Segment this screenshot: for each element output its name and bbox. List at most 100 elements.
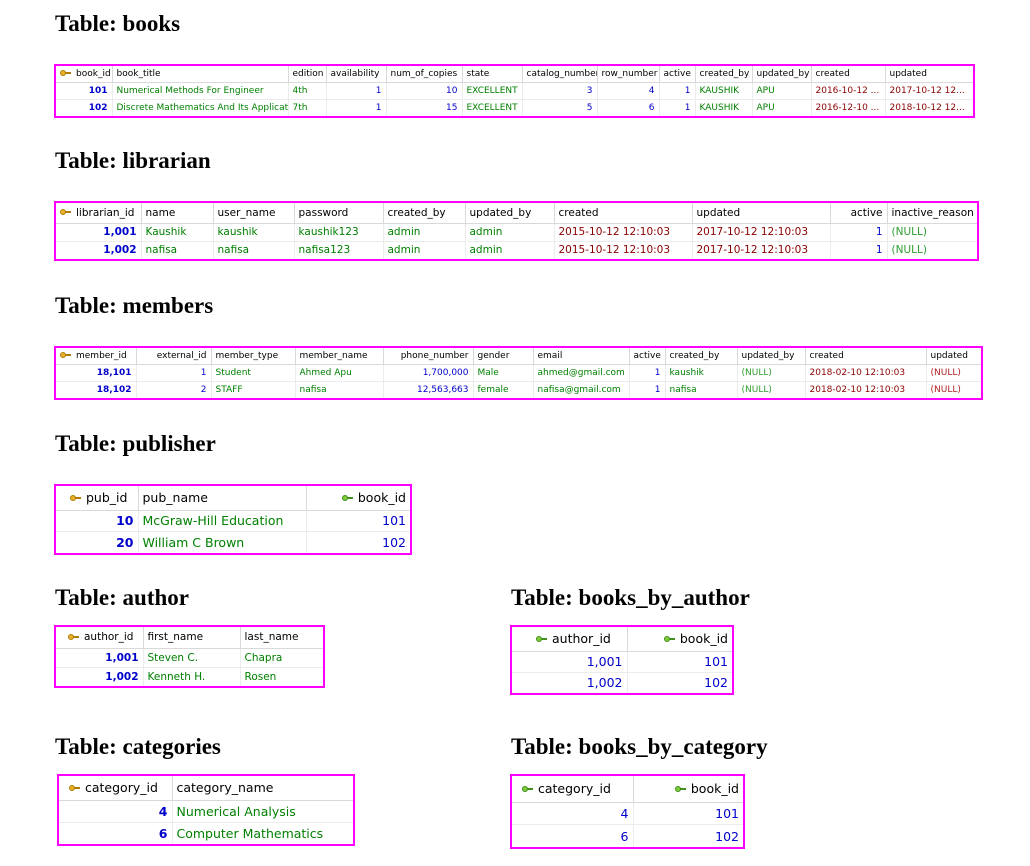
table-row[interactable]: 1,002 102 (512, 672, 732, 693)
table-cell[interactable]: 10 (56, 510, 139, 533)
table-cell[interactable]: STAFF (211, 381, 296, 398)
table-row[interactable]: 10 McGraw-Hill Education 101 (56, 510, 410, 533)
table-cell[interactable]: Chapra (240, 648, 323, 668)
table-cell[interactable]: 102 (633, 825, 743, 847)
column-header[interactable]: category_name (172, 776, 353, 801)
column-header[interactable]: updated (926, 348, 981, 365)
table-cell[interactable]: 101 (56, 82, 113, 100)
table-row[interactable]: 101 Numerical Methods For Engineer 4th 1… (56, 82, 973, 100)
table-cell[interactable]: 1 (830, 241, 888, 259)
table-row[interactable]: 1,001 101 (512, 651, 732, 673)
table-row[interactable]: 18,102 2 STAFF nafisa 12,563,663 female … (56, 381, 981, 398)
table-cell[interactable]: 10 (386, 82, 463, 100)
table-cell[interactable]: (NULL) (926, 381, 981, 398)
table-cell[interactable]: 1 (136, 364, 212, 382)
table-cell[interactable]: 1 (326, 99, 387, 116)
table-cell[interactable]: 1 (326, 82, 387, 100)
table-cell[interactable]: 101 (633, 802, 743, 826)
table-cell[interactable]: Rosen (240, 667, 323, 686)
table-cell[interactable]: 102 (56, 99, 113, 116)
table-cell[interactable]: 1,001 (56, 223, 142, 242)
table-cell[interactable]: 2015-10-12 12:10:03 (554, 241, 693, 259)
table-cell[interactable]: KAUSHIK (695, 82, 753, 100)
column-header[interactable]: pub_id (56, 486, 139, 511)
table-row[interactable]: 1,001 Steven C. Chapra (56, 648, 323, 668)
column-header[interactable]: category_id (59, 776, 173, 801)
table-cell[interactable]: kaushik123 (294, 223, 384, 242)
table-cell[interactable]: 6 (597, 99, 660, 116)
column-header[interactable]: catalog_number (522, 66, 598, 83)
column-header[interactable]: updated_by (465, 203, 555, 224)
table-row[interactable]: 20 William C Brown 102 (56, 531, 410, 553)
table-cell[interactable]: 2017-10-12 12:10:03 (692, 223, 831, 242)
table-cell[interactable]: admin (465, 241, 555, 259)
column-header[interactable]: created_by (695, 66, 753, 83)
column-header[interactable]: pub_name (138, 486, 307, 511)
column-header[interactable]: category_id (512, 776, 634, 803)
table-cell[interactable]: APU (752, 99, 812, 116)
column-header[interactable]: first_name (143, 627, 241, 649)
table-cell[interactable]: 4 (59, 800, 173, 823)
table-cell[interactable]: 1,001 (512, 651, 628, 673)
table-cell[interactable]: Discrete Mathematics And Its Application (112, 99, 289, 116)
column-header[interactable]: row_number (597, 66, 660, 83)
table-cell[interactable]: nafisa@gmail.com (533, 381, 630, 398)
column-header[interactable]: member_id (56, 348, 137, 365)
table-row[interactable]: 1,002 nafisa nafisa nafisa123 admin admi… (56, 241, 977, 259)
table-cell[interactable]: William C Brown (138, 531, 307, 553)
table-cell[interactable]: 4 (597, 82, 660, 100)
column-header[interactable]: active (659, 66, 696, 83)
table-cell[interactable]: 1,002 (56, 241, 142, 259)
column-header[interactable]: email (533, 348, 630, 365)
table-cell[interactable]: Student (211, 364, 296, 382)
table-cell[interactable]: 2018-10-12 12... (885, 99, 973, 116)
table-cell[interactable]: Kaushik (141, 223, 214, 242)
column-header[interactable]: member_type (211, 348, 296, 365)
column-header[interactable]: updated (692, 203, 831, 224)
table-cell[interactable]: 6 (512, 824, 634, 847)
column-header[interactable]: edition (288, 66, 327, 83)
column-header[interactable]: book_id (56, 66, 113, 83)
column-header[interactable]: created_by (383, 203, 466, 224)
table-cell[interactable]: female (473, 381, 534, 398)
column-header[interactable]: book_id (627, 627, 732, 652)
table-cell[interactable]: 1 (659, 82, 696, 100)
table-row[interactable]: 1,002 Kenneth H. Rosen (56, 667, 323, 686)
table-cell[interactable]: 1 (830, 223, 888, 242)
table-cell[interactable]: 2017-10-12 12:10:03 (692, 241, 831, 259)
table-cell[interactable]: Numerical Methods For Engineer (112, 82, 289, 100)
table-cell[interactable]: 102 (306, 532, 410, 553)
table-row[interactable]: 1,001 Kaushik kaushik kaushik123 admin a… (56, 223, 977, 242)
column-header[interactable]: user_name (213, 203, 295, 224)
table-cell[interactable]: 7th (288, 99, 327, 116)
table-cell[interactable]: (NULL) (737, 364, 806, 382)
column-header[interactable]: book_id (633, 776, 743, 803)
table-cell[interactable]: 20 (56, 531, 139, 553)
table-row[interactable]: 18,101 1 Student Ahmed Apu 1,700,000 Mal… (56, 364, 981, 382)
table-cell[interactable]: 3 (522, 82, 598, 100)
table-cell[interactable]: 18,102 (56, 381, 137, 398)
table-cell[interactable]: Ahmed Apu (295, 364, 384, 382)
table-cell[interactable]: 4th (288, 82, 327, 100)
column-header[interactable]: last_name (240, 627, 323, 649)
table-cell[interactable]: 5 (522, 99, 598, 116)
table-cell[interactable]: (NULL) (737, 381, 806, 398)
table-cell[interactable]: 4 (512, 802, 634, 826)
table-cell[interactable]: admin (383, 223, 466, 242)
column-header[interactable]: updated_by (737, 348, 806, 365)
table-cell[interactable]: 2018-02-10 12:10:03 (805, 381, 927, 398)
table-cell[interactable]: 1,002 (512, 672, 628, 693)
column-header[interactable]: active (830, 203, 888, 224)
column-header[interactable]: author_id (56, 627, 144, 649)
column-header[interactable]: phone_number (383, 348, 474, 365)
column-header[interactable]: librarian_id (56, 203, 142, 224)
table-cell[interactable]: admin (465, 223, 555, 242)
table-row[interactable]: 6 102 (512, 824, 743, 847)
column-header[interactable]: num_of_copies (386, 66, 463, 83)
table-cell[interactable]: 1 (629, 364, 666, 382)
table-cell[interactable]: McGraw-Hill Education (138, 510, 307, 533)
table-cell[interactable]: ahmed@gmail.com (533, 364, 630, 382)
table-cell[interactable]: kaushik (213, 223, 295, 242)
table-cell[interactable]: Male (473, 364, 534, 382)
column-header[interactable]: updated (885, 66, 973, 83)
